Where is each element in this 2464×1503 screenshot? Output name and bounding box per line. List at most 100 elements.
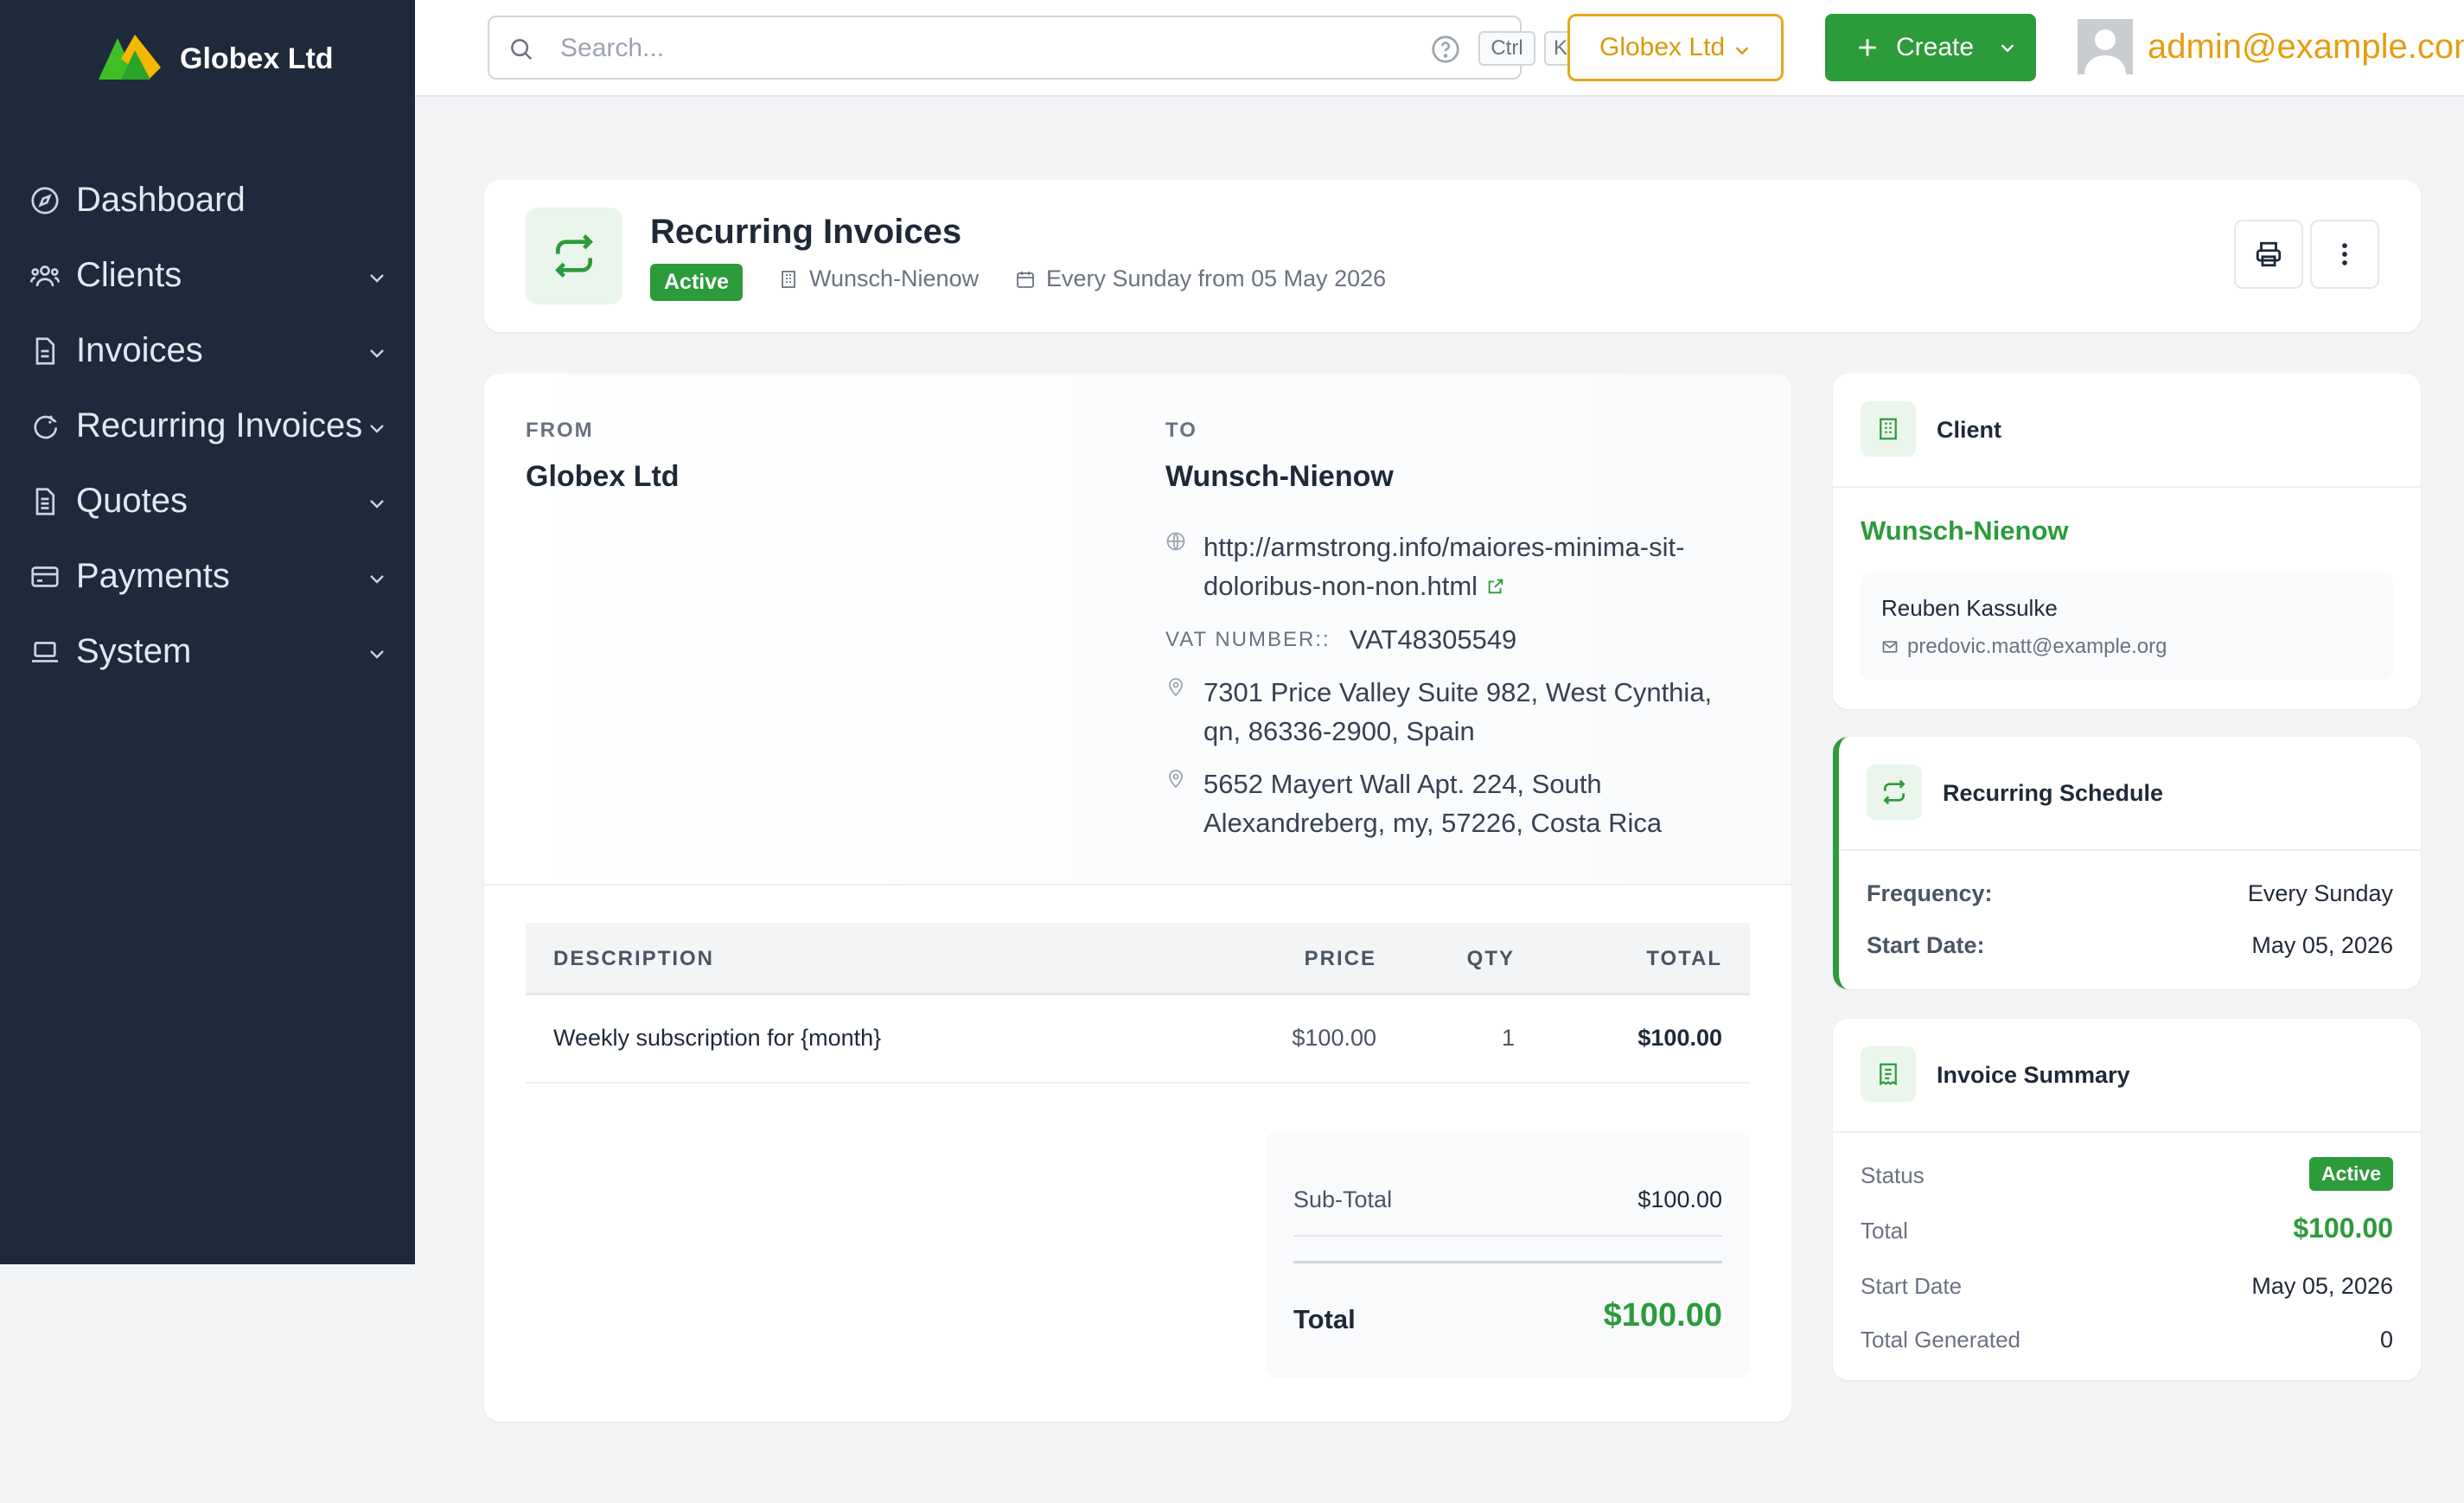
plus-icon (1859, 39, 1876, 56)
chevron-down-icon (370, 425, 384, 433)
sidebar-item-clients[interactable]: Clients (0, 238, 415, 313)
printer-icon (2256, 241, 2282, 267)
globe-icon (1166, 532, 1185, 551)
item-description: Weekly subscription for {month} (553, 1025, 882, 1051)
sidebar-item-label: Recurring Invoices (76, 406, 363, 445)
sidebar: Globex Ltd Dashboard Clients Invoices Re… (0, 0, 415, 1264)
logo-icon (99, 35, 161, 80)
schedule-card: Recurring Schedule Frequency: Every Sund… (1833, 737, 2421, 989)
vat-row: VAT NUMBER:: VAT48305549 (1165, 624, 1516, 656)
summary-generated-label: Total Generated (1861, 1327, 2021, 1353)
schedule-card-header: Recurring Schedule (1839, 737, 2421, 851)
website-line-1: http://armstrong.info/maiores-minima-sit… (1203, 532, 1685, 562)
chevron-down-icon (370, 274, 384, 283)
schedule-card-title: Recurring Schedule (1943, 780, 2164, 806)
client-icon-box (1861, 401, 1916, 457)
totals-divider-strong (1293, 1261, 1722, 1263)
address1-line-2: qn, 86336-2900, Spain (1203, 716, 1475, 746)
search-icon (511, 39, 533, 61)
map-pin-icon (1169, 770, 1183, 789)
brand-name: Globex Ltd (180, 42, 334, 75)
topbar: Ctrl K Globex Ltd Create admin@example.c… (415, 0, 2464, 97)
sidebar-nav: Dashboard Clients Invoices Recurring Inv… (0, 163, 415, 689)
schedule-icon-box (1867, 764, 1922, 820)
header-client[interactable]: Wunsch-Nienow (778, 265, 979, 292)
building-icon (782, 270, 795, 288)
brand-logo[interactable]: Globex Ltd (97, 33, 334, 85)
subtotal-label: Sub-Total (1293, 1186, 1393, 1212)
sidebar-item-label: Clients (76, 256, 182, 294)
client-card-header: Client (1833, 374, 2421, 488)
column-description: DESCRIPTION (553, 947, 715, 970)
item-qty: 1 (1501, 1025, 1515, 1051)
sidebar-item-label: Quotes (76, 482, 188, 520)
table-row[interactable]: Weekly subscription for {month} $100.00 … (526, 995, 1750, 1084)
credit-card-icon (31, 566, 59, 587)
organization-switcher[interactable]: Globex Ltd (1567, 14, 1784, 81)
client-card: Client Wunsch-Nienow Reuben Kassulke pre… (1833, 374, 2421, 709)
user-email[interactable]: admin@example.com (2148, 28, 2464, 67)
sidebar-item-invoices[interactable]: Invoices (0, 313, 415, 388)
to-name: Wunsch-Nienow (1165, 460, 1394, 493)
summary-start-value: May 05, 2026 (2251, 1273, 2393, 1299)
file-icon (35, 336, 55, 365)
print-button[interactable] (2234, 220, 2303, 289)
frequency-value: Every Sunday (2247, 880, 2393, 906)
address1-line-1: 7301 Price Valley Suite 982, West Cynthi… (1203, 677, 1713, 707)
item-price: $100.00 (1292, 1025, 1376, 1051)
sidebar-item-quotes[interactable]: Quotes (0, 464, 415, 539)
contact-email-row[interactable]: predovic.matt@example.org (1881, 635, 2167, 659)
totals-box: Sub-Total $100.00 Total $100.00 (1266, 1131, 1750, 1378)
sidebar-item-payments[interactable]: Payments (0, 539, 415, 614)
header-schedule: Every Sunday from 05 May 2026 (1015, 265, 1386, 292)
header-schedule-text: Every Sunday from 05 May 2026 (1046, 265, 1387, 291)
laptop-icon (32, 641, 58, 662)
page-header-card: Recurring Invoices Active Wunsch-Nienow … (484, 180, 2421, 332)
chevron-down-icon (370, 650, 384, 659)
receipt-icon (1880, 1063, 1897, 1086)
search-box[interactable]: Ctrl K (488, 16, 1577, 80)
create-button[interactable]: Create (1825, 14, 2036, 81)
create-label: Create (1896, 33, 1975, 61)
chevron-down-icon (1735, 47, 1749, 55)
to-label: TO (1165, 419, 1197, 442)
items-table-header: DESCRIPTION PRICE QTY TOTAL (526, 923, 1750, 995)
item-total: $100.00 (1637, 1025, 1722, 1051)
external-link-icon (1488, 579, 1503, 593)
sidebar-item-label: Dashboard (76, 181, 246, 219)
invoice-card: FROM Globex Ltd TO Wunsch-Nienow http://… (484, 374, 1791, 1422)
address2-line-2: Alexandreberg, my, 57226, Costa Rica (1203, 808, 1663, 838)
frequency-label: Frequency: (1867, 880, 1993, 906)
address2-line-1: 5652 Mayert Wall Apt. 224, South (1203, 769, 1602, 799)
address-row-1: 7301 Price Valley Suite 982, West Cynthi… (1165, 673, 1739, 751)
column-qty: QTY (1466, 947, 1515, 970)
map-pin-icon (1169, 678, 1183, 697)
address-row-2: 5652 Mayert Wall Apt. 224, South Alexand… (1165, 764, 1739, 842)
client-website-link[interactable]: http://armstrong.info/maiores-minima-sit… (1203, 528, 1739, 605)
user-avatar-icon (2078, 19, 2133, 74)
summary-generated-value: 0 (2379, 1327, 2393, 1353)
contact-box: Reuben Kassulke predovic.matt@example.or… (1861, 572, 2393, 680)
sidebar-item-label: Invoices (76, 331, 203, 369)
sidebar-item-system[interactable]: System (0, 614, 415, 689)
avatar[interactable] (2078, 19, 2133, 74)
help-icon[interactable] (1430, 34, 1461, 65)
vat-value: VAT48305549 (1349, 624, 1517, 655)
summary-status-label: Status (1861, 1162, 1925, 1188)
start-date-label: Start Date: (1867, 932, 1985, 958)
total-value: $100.00 (1603, 1297, 1722, 1334)
column-total: TOTAL (1646, 947, 1722, 970)
client-name-link[interactable]: Wunsch-Nienow (1861, 515, 2069, 547)
sidebar-item-recurring-invoices[interactable]: Recurring Invoices (0, 388, 415, 464)
more-options-button[interactable] (2310, 220, 2379, 289)
search-input[interactable] (559, 17, 1219, 80)
subtotal-value: $100.00 (1637, 1186, 1722, 1212)
client-card-title: Client (1937, 417, 2002, 443)
chevron-down-icon (370, 575, 384, 584)
totals-divider (1293, 1235, 1722, 1237)
building-icon (1880, 418, 1897, 440)
sidebar-item-dashboard[interactable]: Dashboard (0, 163, 415, 238)
column-price: PRICE (1304, 947, 1376, 970)
client-website-row[interactable]: http://armstrong.info/maiores-minima-sit… (1165, 528, 1739, 605)
page-title: Recurring Invoices (650, 213, 962, 251)
